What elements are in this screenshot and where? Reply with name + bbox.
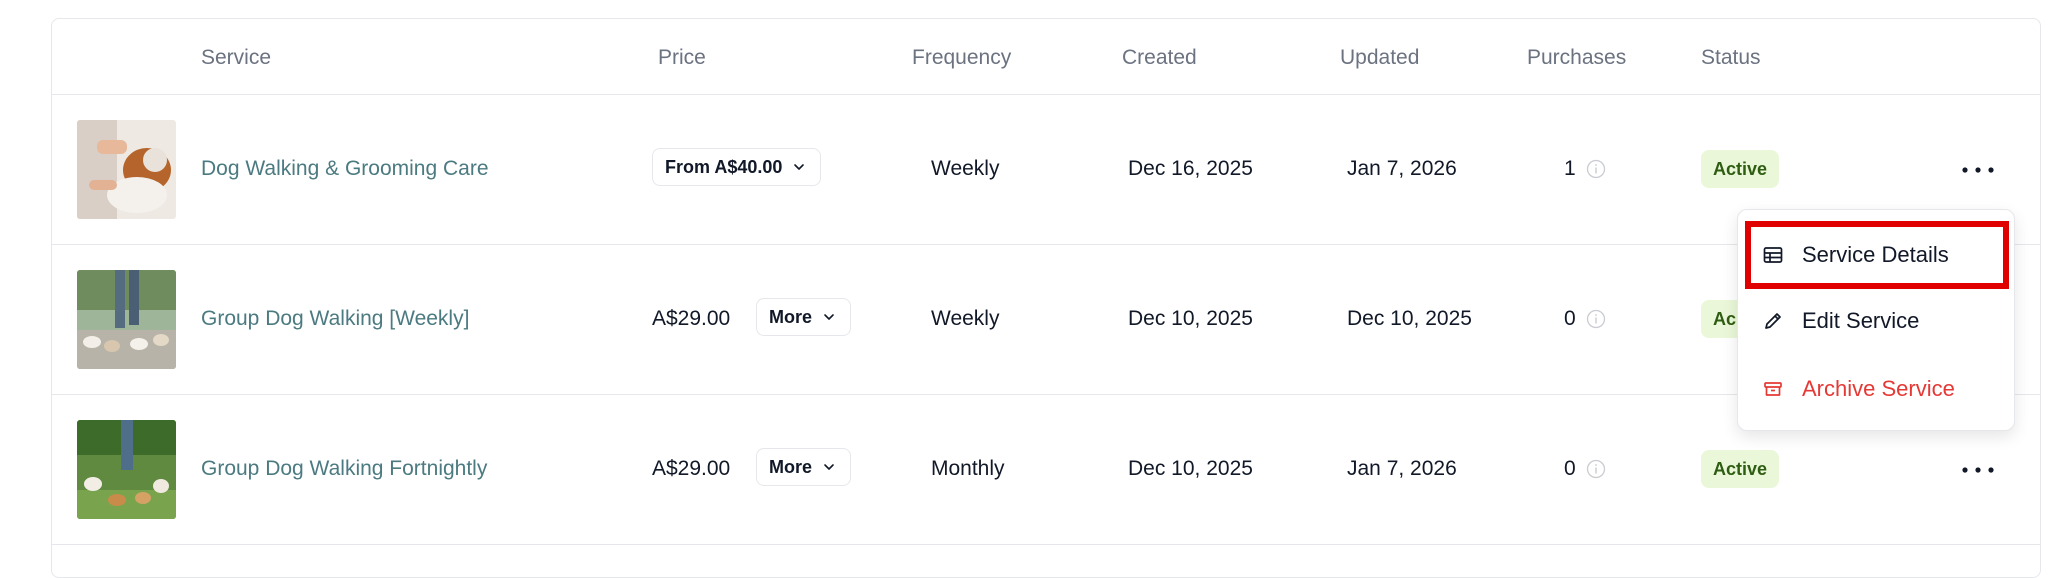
service-thumbnail (77, 420, 176, 519)
chevron-down-icon (794, 164, 805, 170)
column-header-created[interactable]: Created (1122, 46, 1197, 70)
price-value: A$29.00 (652, 457, 731, 480)
menu-item-edit-service[interactable]: Edit Service (1748, 290, 2006, 352)
column-header-status[interactable]: Status (1701, 46, 1761, 70)
purchases-count: 0 (1564, 457, 1576, 480)
purchases-cell: 0 (1564, 457, 1606, 481)
info-icon[interactable] (1586, 309, 1606, 329)
table-icon (1763, 247, 1783, 263)
frequency-cell: Weekly (931, 157, 1000, 180)
column-header-service[interactable]: Service (201, 46, 271, 70)
info-icon[interactable] (1586, 459, 1606, 479)
column-header-frequency[interactable]: Frequency (912, 46, 1011, 70)
more-dots-icon[interactable] (1956, 153, 2000, 187)
status-badge: Active (1701, 150, 1780, 188)
menu-item-label: Service Details (1802, 242, 1949, 267)
created-cell: Dec 10, 2025 (1128, 457, 1253, 480)
service-name-link[interactable]: Group Dog Walking Fortnightly (201, 457, 487, 481)
updated-cell: Dec 10, 2025 (1347, 307, 1472, 330)
more-label: More (769, 306, 813, 327)
purchases-count: 1 (1564, 157, 1576, 180)
archive-icon (1764, 382, 1782, 396)
frequency-cell: Weekly (931, 307, 1000, 330)
more-label: More (769, 456, 813, 477)
chevron-down-icon (824, 314, 834, 320)
purchases-cell: 1 (1564, 157, 1606, 181)
service-thumbnail (77, 270, 176, 369)
price-label: From A$40.00 (665, 156, 783, 177)
more-prices-button[interactable]: More (756, 448, 852, 486)
menu-item-service-details[interactable]: Service Details (1745, 221, 2009, 289)
created-cell: Dec 16, 2025 (1128, 157, 1253, 180)
updated-cell: Jan 7, 2026 (1347, 157, 1457, 180)
updated-cell: Jan 7, 2026 (1347, 457, 1457, 480)
service-thumbnail (77, 120, 176, 219)
menu-item-label: Archive Service (1802, 376, 1955, 401)
pencil-icon (1765, 313, 1781, 329)
column-header-price[interactable]: Price (658, 46, 706, 70)
table-header: Service Price Frequency Created Updated … (52, 19, 2040, 95)
menu-item-archive-service[interactable]: Archive Service (1748, 358, 2006, 420)
service-name-link[interactable]: Dog Walking & Grooming Care (201, 157, 489, 181)
status-badge: Active (1701, 450, 1780, 488)
info-icon[interactable] (1586, 159, 1606, 179)
more-dots-icon[interactable] (1956, 453, 2000, 487)
chevron-down-icon (824, 464, 834, 470)
service-name-link[interactable]: Group Dog Walking [Weekly] (201, 307, 469, 331)
row-actions-menu: Service Details Edit Service Archive Ser… (1737, 209, 2015, 431)
created-cell: Dec 10, 2025 (1128, 307, 1253, 330)
price-value: A$29.00 (652, 307, 731, 330)
price-dropdown[interactable]: From A$40.00 (652, 148, 822, 186)
purchases-cell: 0 (1564, 307, 1606, 331)
purchases-count: 0 (1564, 307, 1576, 330)
column-header-updated[interactable]: Updated (1340, 46, 1419, 70)
frequency-cell: Monthly (931, 457, 1005, 480)
column-header-purchases[interactable]: Purchases (1527, 46, 1626, 70)
more-prices-button[interactable]: More (756, 298, 852, 336)
menu-item-label: Edit Service (1802, 308, 1920, 333)
